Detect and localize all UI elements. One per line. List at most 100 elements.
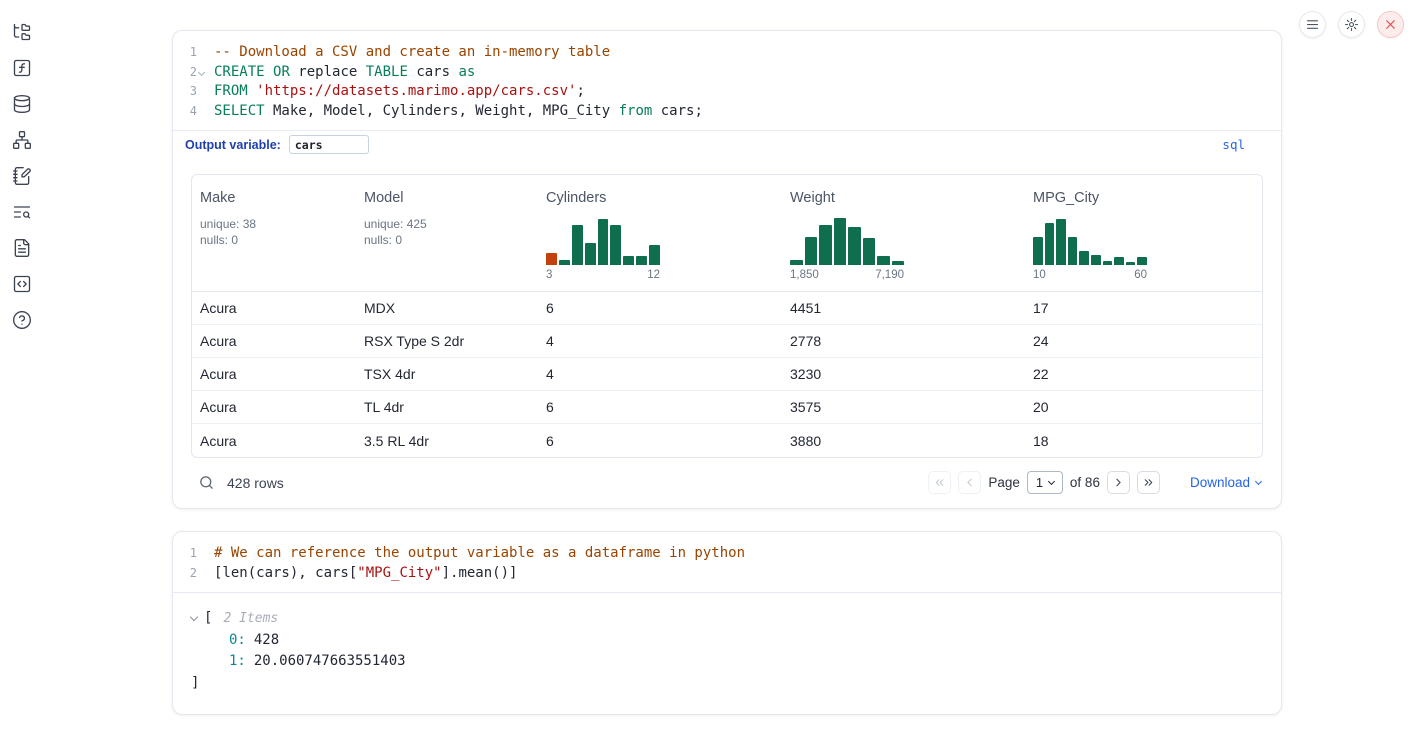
table-cell: Acura: [192, 333, 356, 349]
code-text: -- Download a CSV and create an in-memor…: [197, 43, 610, 63]
chevron-right-icon: [1112, 476, 1125, 489]
line-number: 1: [173, 43, 197, 63]
histogram-bar: [1079, 251, 1089, 265]
sidebar-item-documentation[interactable]: [12, 238, 32, 258]
code-line[interactable]: 1-- Download a CSV and create an in-memo…: [173, 43, 1281, 63]
database-icon: [12, 94, 32, 114]
table-row[interactable]: AcuraMDX6445117: [192, 292, 1262, 325]
table-row[interactable]: AcuraTL 4dr6357520: [192, 391, 1262, 424]
histogram-bar: [1103, 261, 1113, 265]
notebook: 1-- Download a CSV and create an in-memo…: [172, 30, 1282, 715]
column-histogram: 312: [546, 217, 660, 283]
column-stats: unique: 38nulls: 0: [200, 216, 348, 248]
code-line[interactable]: 2[len(cars), cars["MPG_City"].mean()]: [173, 564, 1281, 584]
search-button[interactable]: [197, 474, 215, 492]
column-stats: unique: 425nulls: 0: [364, 216, 530, 248]
language-badge: sql: [1222, 137, 1245, 152]
histogram-min-label: 1,850: [790, 269, 819, 283]
menu-button[interactable]: [1299, 11, 1326, 38]
histogram-bars: [790, 217, 904, 265]
code-line[interactable]: 2CREATE OR replace TABLE cars as: [173, 63, 1281, 83]
python-code-editor[interactable]: 1# We can reference the output variable …: [173, 532, 1281, 593]
page-total-label: of 86: [1070, 475, 1100, 490]
table-header: Make unique: 38nulls: 0Modelunique: 425nu…: [192, 175, 1262, 292]
table-cell: 17: [1025, 300, 1262, 316]
tree-key: 0:: [229, 632, 246, 648]
table-row[interactable]: AcuraRSX Type S 2dr4277824: [192, 325, 1262, 358]
table-cell: 3880: [782, 433, 1025, 449]
histogram-bar: [572, 225, 583, 265]
pagination: Page 1 of 86: [928, 471, 1160, 494]
code-line[interactable]: 3FROM 'https://datasets.marimo.app/cars.…: [173, 82, 1281, 102]
sidebar-item-dependency-graph[interactable]: [12, 130, 32, 150]
histogram-bar: [1091, 255, 1101, 265]
table-cell: 20: [1025, 399, 1262, 415]
column-header[interactable]: Make unique: 38nulls: 0: [192, 189, 356, 291]
column-header[interactable]: Weight1,8507,190: [782, 189, 1025, 291]
histogram-bar: [790, 260, 803, 265]
output-variable-label: Output variable:: [185, 138, 281, 152]
table-row[interactable]: Acura3.5 RL 4dr6388018: [192, 424, 1262, 457]
page-select[interactable]: 1: [1027, 471, 1063, 494]
output-variable-input[interactable]: [289, 135, 369, 154]
sidebar-item-variables[interactable]: [12, 58, 32, 78]
table-cell: Acura: [192, 300, 356, 316]
table-cell: RSX Type S 2dr: [356, 333, 538, 349]
settings-button[interactable]: [1338, 11, 1365, 38]
table-body: AcuraMDX6445117AcuraRSX Type S 2dr427782…: [192, 292, 1262, 457]
prev-page-button[interactable]: [958, 471, 981, 494]
sidebar-item-snippets[interactable]: [12, 274, 32, 294]
text-search-icon: [12, 202, 32, 222]
sidebar-item-logs[interactable]: [12, 202, 32, 222]
histogram-bar: [819, 225, 832, 265]
column-header[interactable]: Modelunique: 425nulls: 0: [356, 189, 538, 291]
tree-root: [ 2 Items: [191, 608, 1263, 630]
histogram-bar: [559, 260, 570, 265]
first-page-button[interactable]: [928, 471, 951, 494]
gear-icon: [1344, 17, 1359, 32]
table-cell: Acura: [192, 366, 356, 382]
histogram-min-label: 10: [1033, 269, 1046, 283]
code-line[interactable]: 4SELECT Make, Model, Cylinders, Weight, …: [173, 102, 1281, 122]
python-cell: 1# We can reference the output variable …: [172, 531, 1282, 715]
histogram-bar: [1137, 257, 1147, 265]
sidebar-item-file-explorer[interactable]: [12, 22, 32, 42]
search-icon: [198, 474, 215, 491]
chevron-down-icon: [1255, 477, 1262, 484]
python-cell-output: [ 2 Items 0:4281:20.060747663551403 ]: [173, 593, 1281, 714]
column-histogram: 10 60: [1033, 217, 1147, 283]
table-footer: 428 rows Page 1 of 86: [191, 458, 1263, 494]
collapse-chevron-icon[interactable]: [190, 613, 198, 621]
histogram-max-label: 12: [647, 269, 660, 283]
chevron-down-icon: [1048, 477, 1055, 484]
sidebar-item-help[interactable]: [12, 310, 32, 330]
histogram-bar: [598, 219, 609, 265]
sql-code-editor[interactable]: 1-- Download a CSV and create an in-memo…: [173, 31, 1281, 130]
table-cell: 6: [538, 300, 782, 316]
histogram-bar: [1033, 237, 1043, 265]
chevrons-left-icon: [933, 476, 946, 489]
code-line[interactable]: 1# We can reference the output variable …: [173, 544, 1281, 564]
close-button[interactable]: [1377, 11, 1404, 38]
left-sidebar: [0, 0, 44, 729]
column-header[interactable]: MPG_City1060: [1025, 189, 1262, 291]
column-header[interactable]: Cylinders312: [538, 189, 782, 291]
histogram-bar: [805, 237, 818, 265]
download-button[interactable]: Download: [1190, 475, 1261, 490]
histogram-bars: [546, 217, 660, 265]
next-page-button[interactable]: [1107, 471, 1130, 494]
code-square-icon: [12, 274, 32, 294]
last-page-button[interactable]: [1137, 471, 1160, 494]
sidebar-item-scratchpad[interactable]: [12, 166, 32, 186]
function-square-icon: [12, 58, 32, 78]
histogram-max-label: 60: [1134, 269, 1147, 283]
histogram-bar: [848, 227, 861, 265]
column-name: Make: [200, 189, 348, 207]
tree-entries: 0:4281:20.060747663551403: [191, 630, 1263, 673]
histogram-bars: [1033, 217, 1147, 265]
download-label: Download: [1190, 475, 1250, 490]
sidebar-item-datasources[interactable]: [12, 94, 32, 114]
table-row[interactable]: AcuraTSX 4dr4323022: [192, 358, 1262, 391]
histogram-axis-labels: 1,8507,190: [790, 269, 904, 283]
table-cell: 3575: [782, 399, 1025, 415]
